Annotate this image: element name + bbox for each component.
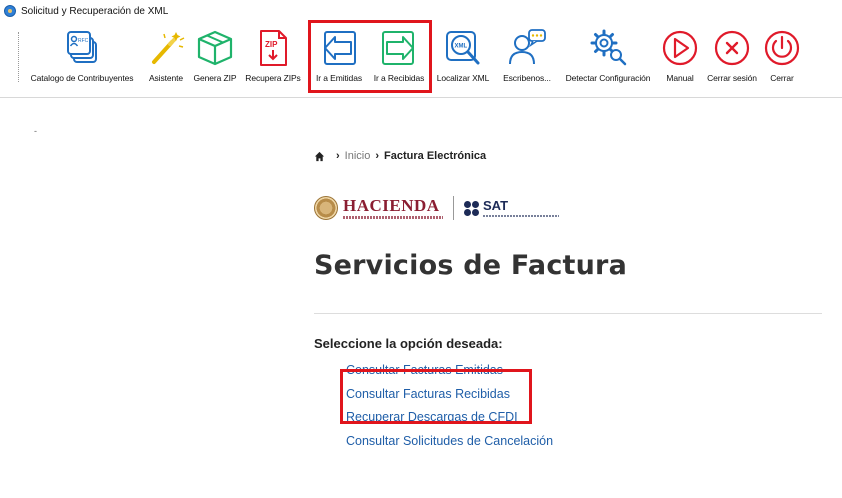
home-icon[interactable]: [314, 151, 325, 162]
toolbar-label: Detectar Configuración: [565, 73, 651, 83]
chevron-right-icon: ›: [336, 150, 340, 162]
gear-search-icon: [588, 28, 628, 68]
toolbar-label: Cerrar: [770, 73, 794, 83]
sat-logo: SAT: [483, 199, 559, 217]
app-icon: [4, 5, 16, 17]
app-window: Solicitud y Recuperación de XML RFC Cata…: [0, 0, 842, 498]
catalogo-contribuyentes-button[interactable]: RFC Catalogo de Contribuyentes: [20, 28, 144, 83]
highlight-box-options: [340, 369, 532, 424]
toolbar-label: Catalogo de Contribuyentes: [30, 73, 134, 83]
title-bar: Solicitud y Recuperación de XML: [0, 0, 842, 22]
rfc-cards-icon: RFC: [62, 28, 102, 68]
toolbar-grip[interactable]: [18, 32, 19, 82]
recupera-zips-button[interactable]: ZIP Recupera ZIPs: [242, 28, 304, 83]
hacienda-logo: HACIENDA: [343, 197, 443, 219]
svg-text:RFC: RFC: [78, 38, 89, 44]
svg-text:ZIP: ZIP: [265, 40, 278, 49]
toolbar-label: Escribenos...: [503, 73, 551, 83]
side-marker: -: [34, 126, 37, 136]
breadcrumb-inicio[interactable]: Inicio: [345, 150, 371, 162]
national-seal-icon: [314, 196, 338, 220]
asistente-button[interactable]: Asistente: [144, 28, 188, 83]
zip-file-icon: ZIP: [253, 28, 293, 68]
page-title: Servicios de Factura: [314, 250, 627, 281]
toolbar-label: Cerrar sesión: [707, 73, 757, 83]
genera-zip-button[interactable]: Genera ZIP: [190, 28, 240, 83]
highlight-box-toolbar: [308, 20, 432, 93]
manual-button[interactable]: Manual: [660, 28, 700, 83]
svg-text:XML: XML: [455, 44, 468, 50]
toolbar-label: Recupera ZIPs: [245, 73, 301, 83]
escribenos-button[interactable]: Escribenos...: [496, 28, 558, 83]
logo-divider: [453, 196, 454, 220]
logo-strip: HACIENDA SAT: [314, 196, 834, 220]
chevron-right-icon: ›: [375, 150, 380, 162]
toolbar-label: Manual: [666, 73, 694, 83]
box-icon: [195, 28, 235, 68]
cerrar-button[interactable]: Cerrar: [762, 28, 802, 83]
toolbar-label: Genera ZIP: [193, 73, 237, 83]
cerrar-sesion-button[interactable]: Cerrar sesión: [702, 28, 762, 83]
link-consultar-cancelacion[interactable]: Consultar Solicitudes de Cancelación: [346, 430, 834, 454]
toolbar-label: Localizar XML: [436, 73, 490, 83]
x-circle-icon: [712, 28, 752, 68]
toolbar-label: Asistente: [148, 73, 184, 83]
divider: [314, 313, 822, 314]
breadcrumb-current: Factura Electrónica: [384, 150, 487, 162]
chat-user-icon: [507, 28, 547, 68]
window-title: Solicitud y Recuperación de XML: [21, 5, 169, 17]
xml-search-icon: XML: [443, 28, 483, 68]
sat-dots-icon: [464, 200, 479, 216]
localizar-xml-button[interactable]: XML Localizar XML: [432, 28, 494, 83]
power-icon: [762, 28, 802, 68]
breadcrumb: › Inicio › Factura Electrónica: [314, 150, 834, 162]
detectar-configuracion-button[interactable]: Detectar Configuración: [556, 28, 660, 83]
magic-wand-icon: [146, 28, 186, 68]
play-circle-icon: [660, 28, 700, 68]
option-prompt: Seleccione la opción deseada:: [314, 336, 503, 351]
